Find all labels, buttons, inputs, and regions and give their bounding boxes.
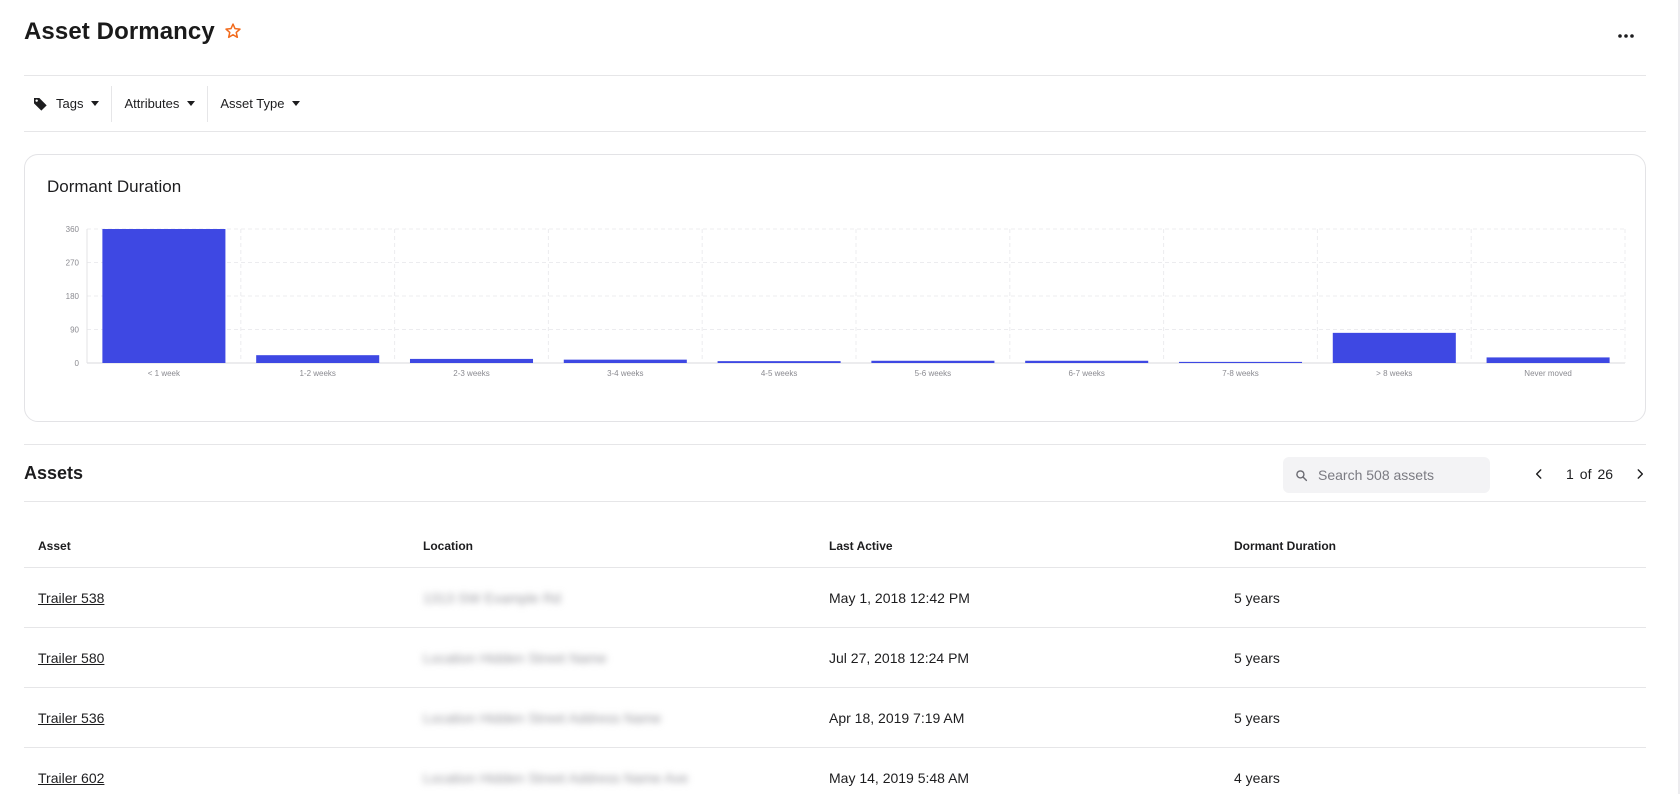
page-header: Asset Dormancy xyxy=(24,0,1646,76)
table-row[interactable]: Trailer 536 Location Hidden Street Addre… xyxy=(24,688,1646,748)
caret-down-icon xyxy=(292,101,301,106)
column-header-last-active[interactable]: Last Active xyxy=(829,539,1234,553)
more-horizontal-icon[interactable] xyxy=(1614,24,1638,48)
page-title: Asset Dormancy xyxy=(24,18,215,45)
pagination: 1 of 26 xyxy=(1526,461,1653,487)
assets-table: Asset Location Last Active Dormant Durat… xyxy=(24,502,1646,794)
search-icon xyxy=(1296,469,1308,481)
assets-title: Assets xyxy=(24,463,84,483)
filter-tags-label: Tags xyxy=(56,96,84,111)
x-tick-label: 3-4 weeks xyxy=(607,369,643,378)
filter-tags[interactable]: Tags xyxy=(24,85,113,122)
x-tick-label: 1-2 weeks xyxy=(299,369,335,378)
column-header-asset[interactable]: Asset xyxy=(24,539,423,553)
bar[interactable] xyxy=(409,358,534,363)
y-tick-label: 360 xyxy=(66,225,80,234)
location-cell: 1313 SW Example Rd xyxy=(423,589,561,606)
chart-title: Dormant Duration xyxy=(47,177,182,196)
dormant-duration-cell: 5 years xyxy=(1234,589,1280,606)
filter-asset-type-label: Asset Type xyxy=(220,96,285,111)
asset-dormancy-page: Asset Dormancy Tags Attributes Asset Typ… xyxy=(24,0,1646,794)
bar[interactable] xyxy=(1025,360,1149,363)
location-cell: Location Hidden Street Name xyxy=(423,649,607,666)
x-tick-label: < 1 week xyxy=(148,369,181,378)
table-header: Asset Location Last Active Dormant Durat… xyxy=(24,502,1646,568)
asset-link[interactable]: Trailer 536 xyxy=(38,710,104,726)
prev-page-button[interactable] xyxy=(1526,461,1552,487)
tag-icon xyxy=(33,97,47,111)
dormant-duration-cell: 5 years xyxy=(1234,649,1280,666)
next-page-button[interactable] xyxy=(1627,461,1653,487)
chevron-right-icon xyxy=(1637,469,1644,479)
location-cell: Location Hidden Street Address Name Ave xyxy=(423,769,689,786)
asset-link[interactable]: Trailer 580 xyxy=(38,650,104,666)
last-active-cell: Jul 27, 2018 12:24 PM xyxy=(829,649,970,666)
y-tick-label: 180 xyxy=(66,292,80,301)
x-tick-label: > 8 weeks xyxy=(1376,369,1412,378)
search-input[interactable] xyxy=(1318,467,1478,483)
bar[interactable] xyxy=(256,355,380,363)
filter-asset-type[interactable]: Asset Type xyxy=(208,86,312,122)
bar[interactable] xyxy=(1178,361,1303,363)
x-tick-label: 2-3 weeks xyxy=(453,369,489,378)
dormant-duration-chart: 0 90 180 270 360 < 1 week 1-2 weeks 2-3 weeks 3-… xyxy=(39,223,1629,395)
page-of-label: of xyxy=(1579,466,1592,482)
x-tick-label: 6-7 weeks xyxy=(1068,369,1104,378)
last-active-cell: May 1, 2018 12:42 PM xyxy=(829,589,970,606)
table-row[interactable]: Trailer 580 Location Hidden Street Name … xyxy=(24,628,1646,688)
assets-header: Assets 1 of 26 xyxy=(24,444,1646,502)
search-box[interactable] xyxy=(1283,457,1490,493)
x-tick-label: 4-5 weeks xyxy=(761,369,797,378)
bar[interactable] xyxy=(102,229,226,363)
table-row[interactable]: Trailer 602 Location Hidden Street Addre… xyxy=(24,748,1646,794)
location-cell: Location Hidden Street Address Name xyxy=(423,709,662,726)
bar[interactable] xyxy=(1332,332,1456,363)
filter-bar: Tags Attributes Asset Type xyxy=(24,76,1646,132)
bar[interactable] xyxy=(1486,357,1610,363)
column-header-dormant-duration[interactable]: Dormant Duration xyxy=(1234,539,1646,553)
caret-down-icon xyxy=(187,101,196,106)
bar[interactable] xyxy=(717,361,841,363)
chevron-left-icon xyxy=(1535,469,1542,479)
x-tick-label: 5-6 weeks xyxy=(915,369,951,378)
caret-down-icon xyxy=(91,101,100,106)
y-tick-label: 90 xyxy=(70,326,79,335)
last-active-cell: Apr 18, 2019 7:19 AM xyxy=(829,709,965,726)
last-active-cell: May 14, 2019 5:48 AM xyxy=(829,769,970,786)
chart-svg: 0 90 180 270 360 < 1 week 1-2 weeks 2-3 weeks 3-… xyxy=(66,225,1626,378)
y-tick-label: 0 xyxy=(75,359,80,368)
table-row[interactable]: Trailer 538 1313 SW Example Rd May 1, 20… xyxy=(24,568,1646,628)
dormant-duration-cell: 4 years xyxy=(1234,769,1280,786)
filter-attributes[interactable]: Attributes xyxy=(112,85,209,122)
star-outline-icon[interactable] xyxy=(224,22,242,40)
dormant-duration-cell: 5 years xyxy=(1234,709,1280,726)
x-tick-label: Never moved xyxy=(1524,369,1572,378)
x-tick-label: 7-8 weeks xyxy=(1222,369,1258,378)
y-tick-label: 270 xyxy=(66,259,80,268)
asset-link[interactable]: Trailer 538 xyxy=(38,590,104,606)
total-pages: 26 xyxy=(1597,466,1614,482)
bar[interactable] xyxy=(563,359,687,363)
asset-link[interactable]: Trailer 602 xyxy=(38,770,104,786)
dormant-duration-card: Dormant Duration 0 90 180 270 360 < 1 week 1-2… xyxy=(24,154,1646,422)
bar[interactable] xyxy=(871,360,995,363)
column-header-location[interactable]: Location xyxy=(423,539,829,553)
current-page: 1 xyxy=(1566,466,1574,482)
filter-attributes-label: Attributes xyxy=(124,96,180,111)
